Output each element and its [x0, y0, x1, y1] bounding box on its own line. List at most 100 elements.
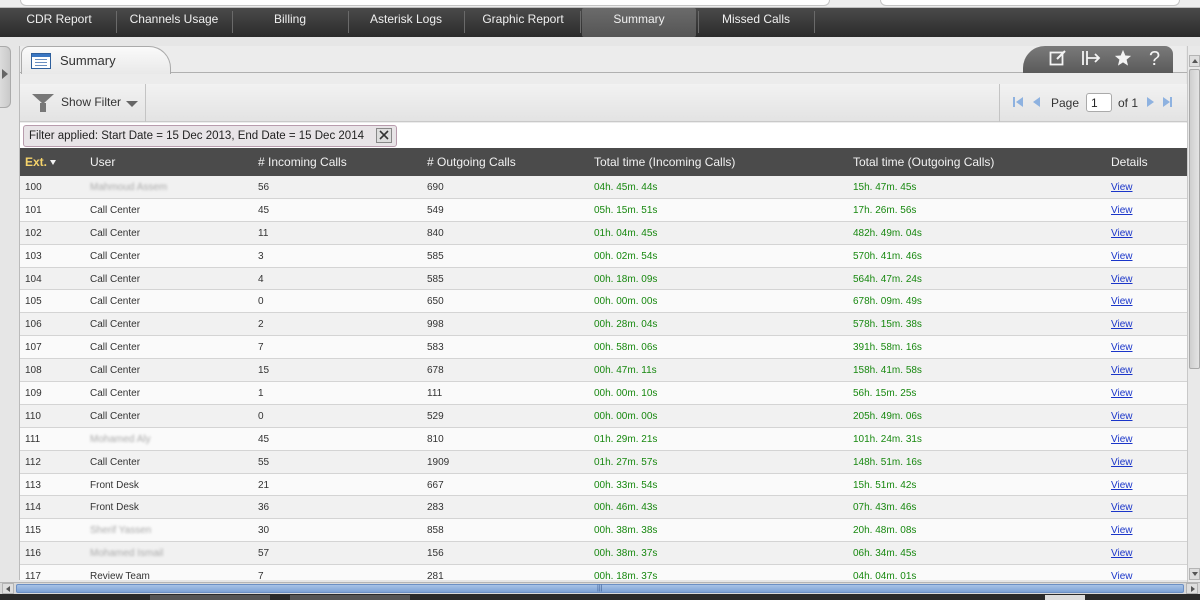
view-details-link[interactable]: View — [1111, 274, 1133, 285]
tab-summary[interactable]: Summary — [21, 46, 171, 74]
cell-outgoing-calls: 650 — [427, 296, 444, 308]
cell-incoming-calls: 56 — [258, 182, 270, 193]
nav-item-billing[interactable]: Billing — [234, 8, 346, 37]
col-header-details[interactable]: Details — [1111, 155, 1148, 169]
cell-user: Sherif Yassen — [90, 525, 152, 537]
horizontal-scroll-thumb[interactable]: ||| — [16, 584, 1184, 593]
collapse-sidebar-handle[interactable] — [0, 46, 11, 108]
col-header-ext[interactable]: Ext. — [25, 155, 57, 169]
table-row: 108 Call Center 15 678 00h. 47m. 11s 158h. 41… — [20, 359, 1187, 383]
view-details-link[interactable]: View — [1111, 319, 1133, 330]
cell-outgoing-calls: 281 — [427, 571, 444, 580]
view-details-link[interactable]: View — [1111, 434, 1133, 445]
view-details-link[interactable]: View — [1111, 251, 1133, 262]
col-header-outgoing-calls[interactable]: # Outgoing Calls — [427, 155, 516, 169]
last-page-icon[interactable] — [1163, 97, 1170, 107]
cell-incoming-calls: 55 — [258, 456, 270, 468]
cell-total-time-outgoing: 482h. 49m. 04s — [853, 227, 922, 239]
table-row: 105 Call Center 0 650 00h. 00m. 00s 678h. 09m… — [20, 290, 1187, 314]
cell-outgoing-calls: 810 — [427, 433, 444, 445]
prev-page-icon[interactable] — [1033, 97, 1040, 107]
view-details-link[interactable]: View — [1111, 548, 1133, 559]
next-page-icon[interactable] — [1147, 97, 1154, 107]
cell-outgoing-calls: 690 — [427, 182, 444, 193]
nav-item-channels-usage[interactable]: Channels Usage — [118, 8, 230, 37]
table-row: 117 Review Team 7 281 00h. 18m. 37s 04h. 04m.… — [20, 565, 1187, 580]
cell-outgoing-calls: 156 — [427, 548, 444, 560]
cell-total-time-incoming: 00h. 28m. 04s — [594, 319, 658, 331]
view-details-link[interactable]: View — [1111, 502, 1133, 513]
cell-user: Mohamed Aly — [90, 433, 151, 445]
view-details-link[interactable]: View — [1111, 365, 1133, 376]
cell-ext: 108 — [25, 365, 42, 377]
nav-item-missed-calls[interactable]: Missed Calls — [700, 8, 812, 37]
cell-total-time-outgoing: 158h. 41m. 58s — [853, 365, 922, 377]
cell-ext: 104 — [25, 273, 42, 285]
col-header-incoming-calls[interactable]: # Incoming Calls — [258, 155, 347, 169]
horizontal-scrollbar[interactable]: ||| — [0, 582, 1200, 594]
cell-ext: 106 — [25, 319, 42, 331]
cell-outgoing-calls: 111 — [427, 388, 443, 400]
table-row: 103 Call Center 3 585 00h. 02m. 54s 570h. 41m… — [20, 244, 1187, 268]
scroll-down-icon[interactable] — [1189, 568, 1200, 580]
view-details-link[interactable]: View — [1111, 205, 1133, 216]
cell-incoming-calls: 3 — [258, 250, 264, 262]
help-icon[interactable]: ? — [1149, 49, 1160, 69]
table-row: 107 Call Center 7 583 00h. 58m. 06s 391h. 58m… — [20, 336, 1187, 360]
view-details-link[interactable]: View — [1111, 411, 1133, 422]
view-details-link[interactable]: View — [1111, 342, 1133, 353]
sort-desc-icon — [50, 160, 57, 166]
view-details-link[interactable]: View — [1111, 457, 1133, 468]
col-header-total-time-incoming[interactable]: Total time (Incoming Calls) — [594, 155, 735, 169]
cell-ext: 102 — [25, 227, 42, 239]
nav-item-cdr-report[interactable]: CDR Report — [8, 8, 110, 37]
scroll-right-icon[interactable] — [1186, 583, 1198, 594]
nav-item-graphic-report[interactable]: Graphic Report — [466, 8, 580, 37]
view-details-link[interactable]: View — [1111, 228, 1133, 239]
cell-outgoing-calls: 585 — [427, 273, 444, 285]
table-row: 106 Call Center 2 998 00h. 28m. 04s 578h. 15m… — [20, 313, 1187, 337]
cell-total-time-incoming: 00h. 47m. 11s — [594, 365, 657, 377]
address-bar[interactable] — [20, 0, 830, 6]
cell-total-time-outgoing: 101h. 24m. 31s — [853, 433, 922, 445]
search-bar[interactable] — [880, 0, 1180, 6]
cell-incoming-calls: 0 — [258, 410, 264, 422]
view-details-link[interactable]: View — [1111, 388, 1133, 399]
cell-total-time-outgoing: 205h. 49m. 06s — [853, 410, 922, 422]
tab-row: Summary ? — [20, 46, 1187, 74]
edit-icon[interactable] — [1049, 49, 1067, 71]
scroll-up-icon[interactable] — [1189, 55, 1200, 67]
cell-incoming-calls: 45 — [258, 204, 270, 216]
cell-total-time-outgoing: 564h. 47m. 24s — [853, 273, 922, 285]
close-icon[interactable] — [375, 128, 392, 143]
view-details-link[interactable]: View — [1111, 296, 1133, 307]
table-row: 102 Call Center 11 840 01h. 04m. 45s 482h. 49… — [20, 221, 1187, 245]
tab-summary-label: Summary — [60, 53, 116, 68]
first-page-icon[interactable] — [1016, 97, 1023, 107]
nav-item-asterisk-logs[interactable]: Asterisk Logs — [350, 8, 462, 37]
cell-ext: 111 — [25, 433, 41, 445]
cell-incoming-calls: 7 — [258, 571, 264, 580]
cell-incoming-calls: 30 — [258, 525, 270, 537]
view-details-link[interactable]: View — [1111, 571, 1133, 580]
vertical-scroll-thumb[interactable] — [1189, 69, 1200, 369]
cell-total-time-outgoing: 148h. 51m. 16s — [853, 456, 922, 468]
view-details-link[interactable]: View — [1111, 525, 1133, 536]
report-list-icon — [31, 53, 51, 69]
cell-total-time-outgoing: 07h. 43m. 46s — [853, 502, 917, 514]
nav-item-summary[interactable]: Summary — [582, 8, 696, 37]
filter-applied-chip: Filter applied: Start Date = 15 Dec 2013… — [23, 125, 397, 147]
page-number-input[interactable] — [1086, 93, 1112, 112]
col-header-total-time-outgoing[interactable]: Total time (Outgoing Calls) — [853, 155, 994, 169]
col-header-user[interactable]: User — [90, 155, 115, 169]
scroll-left-icon[interactable] — [2, 583, 14, 594]
star-icon[interactable] — [1114, 49, 1132, 71]
vertical-scrollbar[interactable] — [1187, 46, 1200, 582]
view-details-link[interactable]: View — [1111, 480, 1133, 491]
cell-total-time-incoming: 00h. 18m. 09s — [594, 273, 658, 285]
export-icon[interactable] — [1081, 49, 1101, 71]
view-details-link[interactable]: View — [1111, 182, 1133, 193]
cell-total-time-incoming: 00h. 02m. 54s — [594, 250, 658, 262]
cell-ext: 116 — [25, 548, 41, 560]
cell-total-time-outgoing: 578h. 15m. 38s — [853, 319, 922, 331]
